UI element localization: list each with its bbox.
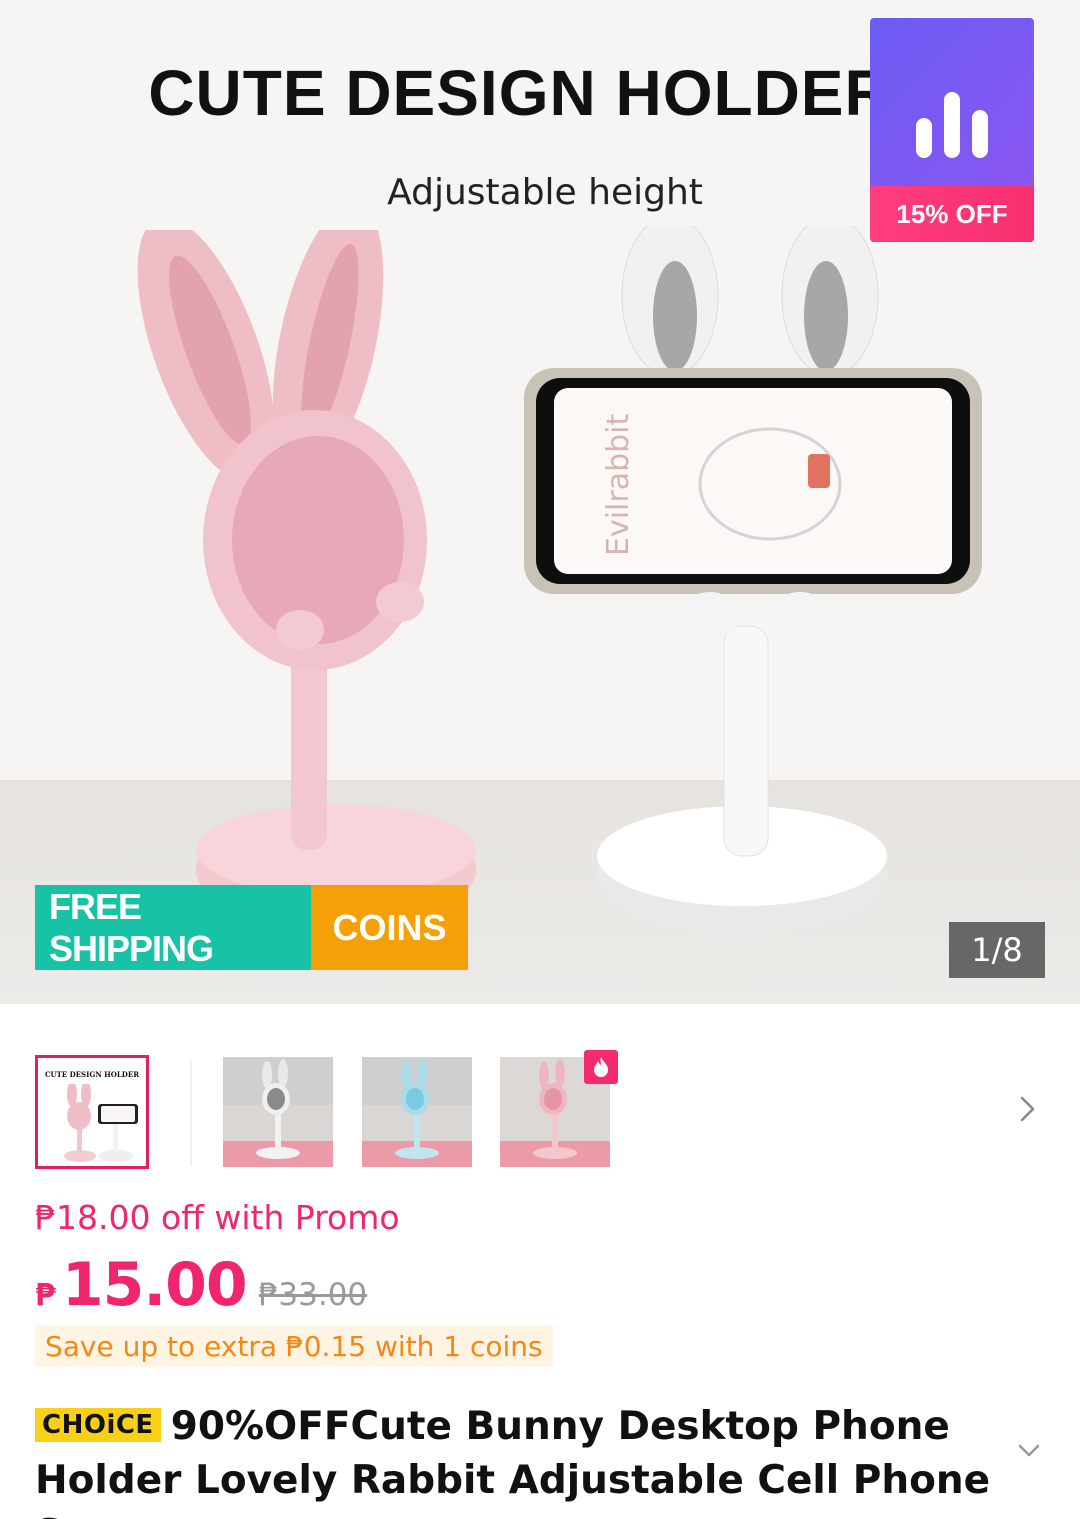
product-title[interactable]: CHOiCE 90%OFFCute Bunny Desktop Phone Hol… — [35, 1400, 1015, 1519]
choice-tag: CHOiCE — [35, 1408, 161, 1442]
thumbnail-1-image — [64, 1084, 138, 1162]
chevron-right-icon[interactable] — [1012, 1094, 1042, 1124]
discount-badge[interactable]: 15% OFF — [870, 18, 1034, 242]
thumbnail-2[interactable] — [223, 1057, 333, 1167]
product-title-text: 90%OFFCute Bunny Desktop Phone Holder Lo… — [35, 1404, 991, 1519]
flame-icon — [584, 1050, 618, 1084]
original-price: ₱33.00 — [258, 1277, 368, 1313]
thumbnail-3[interactable] — [362, 1057, 472, 1167]
promo-discount-text[interactable]: ₱18.00 off with Promo — [35, 1198, 400, 1237]
thumbnail-2-image — [223, 1057, 333, 1167]
white-bunny-holder-image: Evilrabbit — [524, 226, 982, 936]
chevron-down-icon[interactable] — [1014, 1436, 1044, 1466]
product-image-carousel[interactable]: CUTE DESIGN HOLDER Adjustable height Evi… — [0, 0, 1080, 1004]
current-price: 15.00 — [61, 1250, 248, 1320]
coin-savings-banner[interactable]: Save up to extra ₱0.15 with 1 coins — [35, 1325, 553, 1367]
thumbnail-1[interactable]: CUTE DESIGN HOLDER — [35, 1055, 149, 1169]
free-shipping-label: FREE SHIPPING — [35, 885, 311, 970]
coins-label: COINS — [311, 885, 468, 970]
image-page-counter: 1/8 — [949, 922, 1045, 978]
shipping-coins-badge: FREE SHIPPING COINS — [35, 885, 468, 970]
thumbnail-3-image — [362, 1057, 472, 1167]
svg-text:Evilrabbit: Evilrabbit — [601, 413, 636, 556]
thumbnail-1-title: CUTE DESIGN HOLDER — [44, 1070, 140, 1079]
currency-symbol: ₱ — [35, 1278, 56, 1313]
discount-badge-label: 15% OFF — [870, 186, 1034, 242]
pink-bunny-holder-image — [137, 230, 476, 910]
thumbnail-separator — [190, 1060, 192, 1166]
bar-chart-icon — [916, 92, 988, 158]
thumbnail-strip: CUTE DESIGN HOLDER — [0, 1040, 1080, 1180]
price-row: ₱ 15.00 ₱33.00 — [35, 1250, 368, 1320]
